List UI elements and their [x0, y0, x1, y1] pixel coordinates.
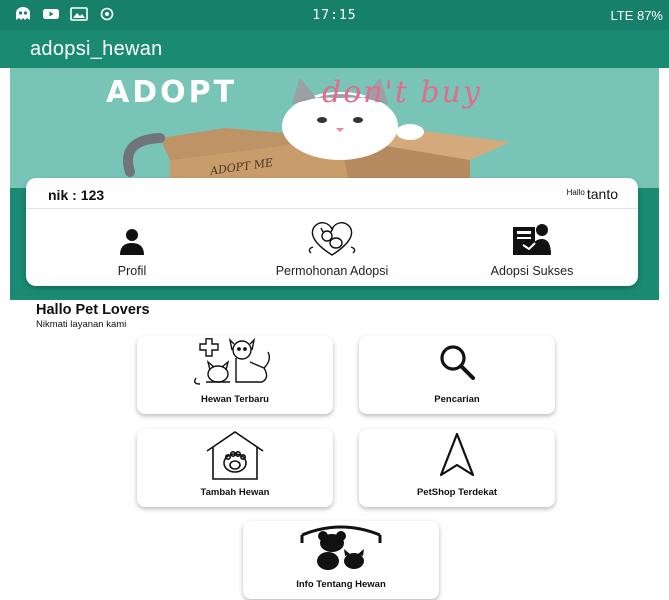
tile-pencarian-label: Pencarian [434, 394, 480, 405]
pet-house-icon [203, 429, 267, 486]
pet-adoption-icon [303, 219, 361, 260]
banner-illustration: ADOPT ME ADOPT don't buy [106, 75, 510, 188]
menu-permohonan-adopsi[interactable]: Permohonan Adopsi [242, 218, 422, 278]
tile-info-tentang-hewan-label: Info Tentang Hewan [296, 579, 386, 590]
pets-with-cross-icon [192, 337, 278, 391]
greeting-label: Hallo [566, 188, 585, 197]
navigation-arrow-icon [437, 431, 477, 484]
tile-tambah-hewan-label: Tambah Hewan [200, 487, 270, 498]
greeting-row: Hallo tanto [567, 186, 618, 202]
card-divider [26, 208, 638, 209]
app-bar: adopsi_hewan [0, 30, 669, 68]
tile-petshop-terdekat-label: PetShop Terdekat [416, 487, 498, 498]
animals-info-icon [296, 521, 386, 578]
search-icon [437, 342, 477, 387]
nik-label: nik : [48, 187, 77, 203]
status-time: 17:15 [312, 8, 357, 23]
tile-tambah-hewan[interactable]: Tambah Hewan [137, 429, 333, 507]
banner-word-dont-buy: don't buy [322, 75, 482, 110]
status-bar: 17:15 LTE 87% [0, 0, 669, 30]
menu-adopsi-sukses-label: Adopsi Sukses [490, 264, 574, 278]
section-title: Hallo Pet Lovers [36, 302, 150, 318]
app-title: adopsi_hewan [30, 38, 163, 60]
section-subtitle: Nikmati layanan kami [36, 319, 127, 330]
banner-word-adopt: ADOPT [106, 75, 237, 110]
status-network-battery: LTE 87% [610, 8, 663, 23]
tile-info-tentang-hewan[interactable]: Info Tentang Hewan [243, 521, 439, 599]
nik-value: 123 [80, 187, 105, 203]
user-info-card: nik :123 Hallo tanto Profil Permohonan Ad… [26, 178, 638, 286]
adopt-banner: ADOPT ME ADOPT don't buy [10, 68, 659, 188]
tile-petshop-terdekat[interactable]: PetShop Terdekat [359, 429, 555, 507]
tile-hewan-terbaru-label: Hewan Terbaru [201, 394, 269, 405]
tile-pencarian[interactable]: Pencarian [359, 336, 555, 414]
menu-profil-label: Profil [117, 264, 147, 278]
nik-row: nik :123 [48, 187, 104, 203]
tile-hewan-terbaru[interactable]: Hewan Terbaru [137, 336, 333, 414]
person-icon [117, 227, 147, 260]
adoption-success-icon [511, 221, 553, 260]
menu-profil[interactable]: Profil [42, 218, 222, 278]
menu-permohonan-adopsi-label: Permohonan Adopsi [275, 264, 389, 278]
menu-adopsi-sukses[interactable]: Adopsi Sukses [442, 218, 622, 278]
username: tanto [586, 186, 618, 202]
